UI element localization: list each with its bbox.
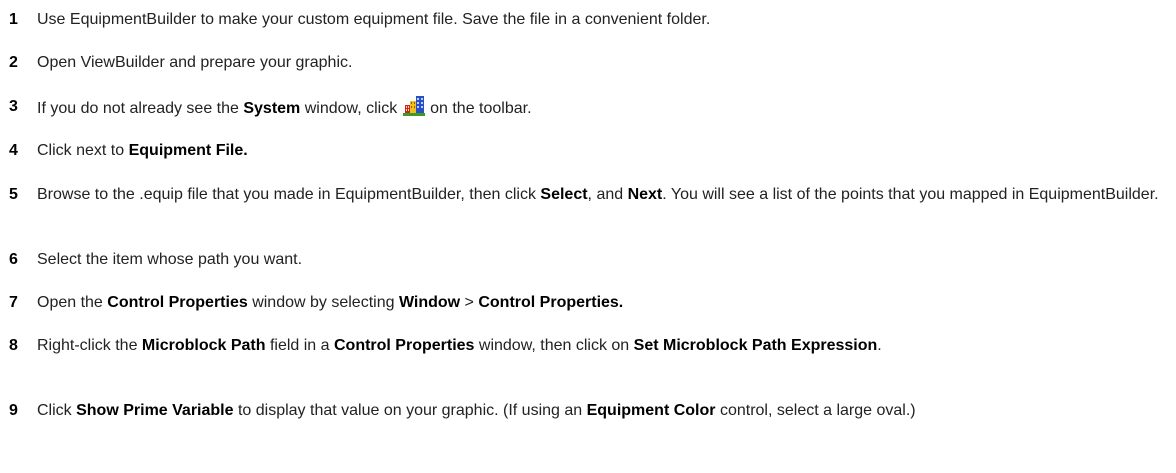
ui-term: Next	[627, 186, 663, 203]
step-text: Click Show Prime Variable to display tha…	[37, 402, 916, 419]
step-text: Open ViewBuilder and prepare your graphi…	[37, 54, 353, 71]
step-number: 8	[9, 337, 18, 354]
step-text: Select the item whose path you want.	[37, 251, 303, 268]
step-number: 6	[9, 251, 18, 268]
system-icon	[402, 96, 425, 116]
step-number: 1	[9, 11, 18, 28]
ui-term: Equipment File.	[128, 142, 248, 159]
step-number: 9	[9, 402, 18, 419]
step-number: 3	[9, 98, 18, 115]
ui-term: Set Microblock Path Expression	[633, 337, 878, 354]
step-number: 4	[9, 142, 18, 159]
ui-term: Select	[540, 186, 588, 203]
step-text: Click next to Equipment File.	[37, 142, 248, 159]
step-number: 7	[9, 294, 18, 311]
ui-term: Control Properties	[333, 337, 475, 354]
ui-term: Show Prime Variable	[76, 402, 234, 419]
ui-term: System	[243, 100, 301, 117]
step-number: 2	[9, 54, 18, 71]
step-text: Open the Control Properties window by se…	[37, 294, 624, 311]
step-text: Right-click the Microblock Path field in…	[37, 337, 882, 354]
ui-term: Microblock Path	[141, 337, 266, 354]
ui-term: Equipment Color	[586, 402, 716, 419]
step-number: 5	[9, 186, 18, 203]
ui-term: Window	[398, 294, 461, 311]
step-text: Browse to the .equip file that you made …	[37, 186, 1159, 203]
ui-term: Control Properties	[107, 294, 248, 311]
step-text: If you do not already see the System win…	[37, 96, 1167, 120]
step-text: Use EquipmentBuilder to make your custom…	[37, 11, 711, 28]
ui-term: Control Properties.	[478, 294, 624, 311]
